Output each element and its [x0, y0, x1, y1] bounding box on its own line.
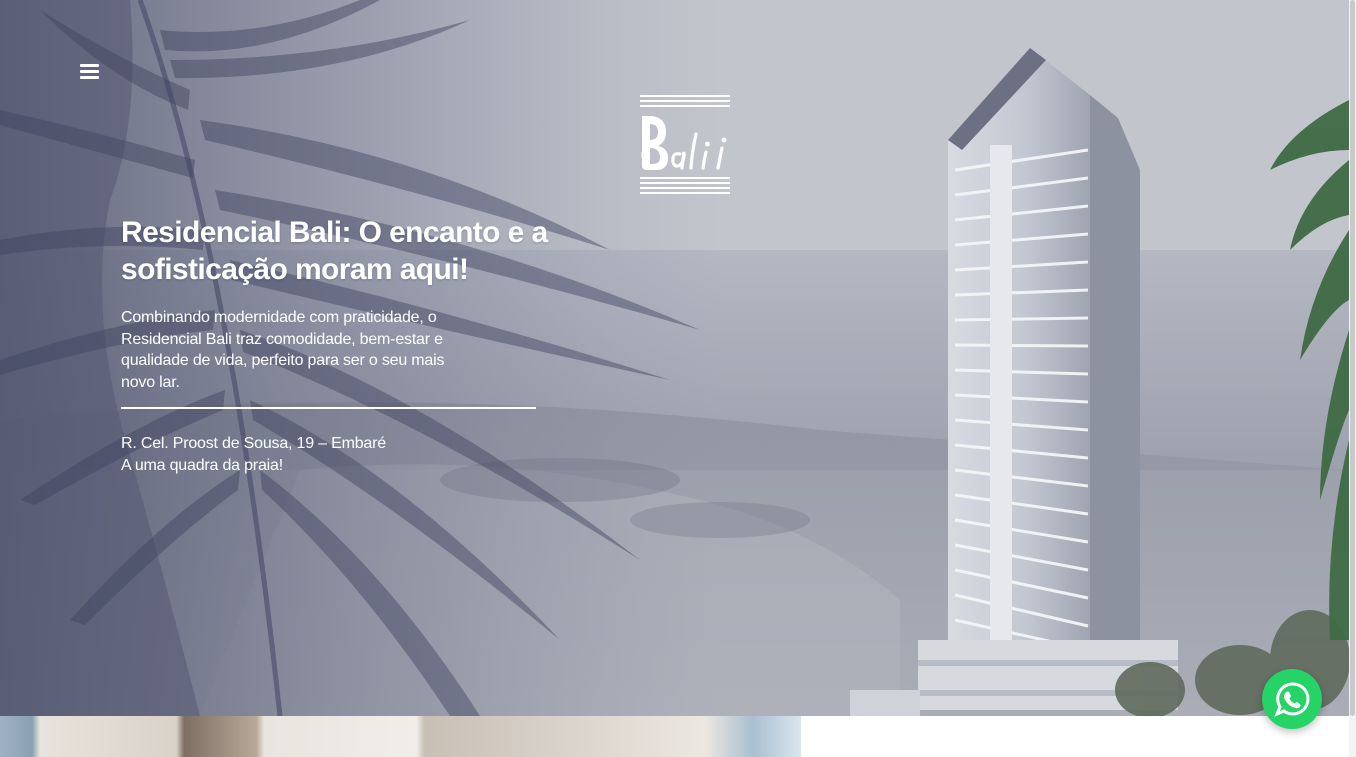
- menu-bar: [80, 76, 99, 79]
- gallery-preview-image: [0, 716, 801, 757]
- address-street: R. Cel. Proost de Sousa, 19 – Embaré: [121, 435, 386, 452]
- menu-bar: [80, 64, 99, 67]
- scrollbar-thumb[interactable]: [1350, 0, 1355, 716]
- hero-headline: Residencial Bali: O encanto e a sofistic…: [121, 216, 548, 286]
- whatsapp-button[interactable]: [1262, 669, 1322, 729]
- whatsapp-icon: [1274, 682, 1310, 717]
- address-block: R. Cel. Proost de Sousa, 19 – Embaré A u…: [121, 433, 521, 476]
- hero-section: Residencial Bali: O encanto e a sofistic…: [0, 0, 1349, 716]
- address-tagline: A uma quadra da praia!: [121, 456, 283, 474]
- gallery-preview-blank: [801, 716, 1349, 757]
- divider: [121, 407, 536, 409]
- bali-logo-image: [640, 95, 730, 194]
- menu-bar: [80, 70, 99, 73]
- hamburger-menu-icon[interactable]: [78, 62, 102, 82]
- hero-description: Combinando modernidade com praticidade, …: [121, 309, 445, 391]
- bali-logo[interactable]: [636, 92, 734, 198]
